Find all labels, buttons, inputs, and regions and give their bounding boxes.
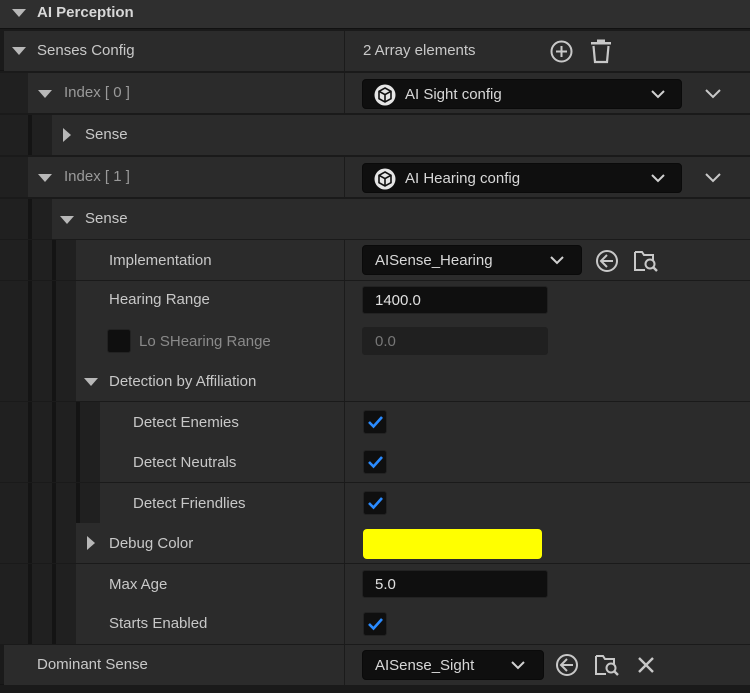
lo-s-hearing-range-input: 0.0 xyxy=(362,327,548,355)
index-0-row: Index [ 0 ] AI Sight config xyxy=(0,73,750,113)
chevron-down-icon xyxy=(651,90,665,99)
lo-s-hearing-range-row: Lo SHearing Range 0.0 xyxy=(0,321,750,361)
implementation-label: Implementation xyxy=(109,252,212,269)
starts-enabled-row: Starts Enabled xyxy=(0,604,750,644)
implementation-row: Implementation AISense_Hearing xyxy=(0,240,750,280)
dropdown-value: AISense_Hearing xyxy=(375,252,493,269)
collapse-arrow-icon[interactable] xyxy=(12,47,26,55)
index-0-class-dropdown[interactable]: AI Sight config xyxy=(362,79,682,109)
use-selected-icon[interactable] xyxy=(595,249,619,273)
chevron-down-icon[interactable] xyxy=(705,171,721,185)
senses-config-label: Senses Config xyxy=(37,42,135,59)
debug-color-label: Debug Color xyxy=(109,535,194,552)
clear-icon[interactable] xyxy=(636,655,656,675)
collapse-arrow-icon[interactable] xyxy=(38,174,52,182)
detect-enemies-checkbox[interactable] xyxy=(363,410,387,434)
lo-s-hearing-range-label: Lo SHearing Range xyxy=(139,333,271,350)
index-1-label: Index [ 1 ] xyxy=(64,168,130,185)
detect-friendlies-row: Detect Friendlies xyxy=(0,483,750,523)
debug-color-row: Debug Color xyxy=(0,523,750,563)
browse-folder-icon[interactable] xyxy=(594,652,620,678)
max-age-input[interactable]: 5.0 xyxy=(362,570,548,598)
detect-neutrals-row: Detect Neutrals xyxy=(0,442,750,482)
senses-config-row: Senses Config 2 Array elements xyxy=(0,31,750,71)
starts-enabled-checkbox[interactable] xyxy=(363,612,387,636)
collapse-arrow-icon[interactable] xyxy=(12,9,26,17)
index-0-label: Index [ 0 ] xyxy=(64,84,130,101)
detect-enemies-row: Detect Enemies xyxy=(0,402,750,442)
use-selected-icon[interactable] xyxy=(555,653,579,677)
dropdown-value: AI Sight config xyxy=(405,86,502,103)
detection-by-affiliation-row: Detection by Affiliation xyxy=(0,361,750,401)
checkmark-icon xyxy=(368,416,383,429)
index-1-row: Index [ 1 ] AI Hearing config xyxy=(0,157,750,197)
max-age-label: Max Age xyxy=(109,576,168,593)
section-title: AI Perception xyxy=(37,4,134,21)
debug-color-swatch[interactable] xyxy=(363,529,542,559)
cube-icon xyxy=(374,84,396,106)
dropdown-value: AISense_Sight xyxy=(375,657,475,674)
detect-neutrals-checkbox[interactable] xyxy=(363,450,387,474)
cube-icon xyxy=(374,168,396,190)
index-0-sense-row: Sense xyxy=(0,115,750,155)
dominant-sense-dropdown[interactable]: AISense_Sight xyxy=(362,650,544,680)
dominant-sense-label: Dominant Sense xyxy=(37,656,148,673)
max-age-row: Max Age 5.0 xyxy=(0,564,750,604)
detect-enemies-label: Detect Enemies xyxy=(133,414,239,431)
trash-icon[interactable] xyxy=(589,39,613,64)
chevron-down-icon[interactable] xyxy=(705,87,721,101)
sense-label: Sense xyxy=(85,126,128,143)
collapse-arrow-icon[interactable] xyxy=(60,216,74,224)
collapse-arrow-icon[interactable] xyxy=(84,378,98,386)
chevron-down-icon xyxy=(511,661,525,670)
collapse-arrow-icon[interactable] xyxy=(38,90,52,98)
implementation-dropdown[interactable]: AISense_Hearing xyxy=(362,245,582,275)
hearing-range-row: Hearing Range 1400.0 xyxy=(0,281,750,321)
expand-arrow-icon[interactable] xyxy=(87,536,95,550)
array-count: 2 Array elements xyxy=(363,42,476,59)
checkmark-icon xyxy=(368,497,383,510)
add-element-icon[interactable] xyxy=(549,39,574,64)
checkmark-icon xyxy=(368,618,383,631)
starts-enabled-label: Starts Enabled xyxy=(109,615,208,632)
lo-s-hearing-range-checkbox[interactable] xyxy=(107,329,131,353)
chevron-down-icon xyxy=(651,174,665,183)
chevron-down-icon xyxy=(550,256,564,265)
detect-friendlies-label: Detect Friendlies xyxy=(133,495,246,512)
section-header-ai-perception[interactable]: AI Perception xyxy=(0,0,750,29)
sense-label: Sense xyxy=(85,210,128,227)
detect-neutrals-label: Detect Neutrals xyxy=(133,454,237,471)
detect-friendlies-checkbox[interactable] xyxy=(363,491,387,515)
hearing-range-label: Hearing Range xyxy=(109,291,210,308)
browse-folder-icon[interactable] xyxy=(633,248,659,274)
dominant-sense-row: Dominant Sense AISense_Sight xyxy=(0,645,750,685)
detection-by-affiliation-label: Detection by Affiliation xyxy=(109,373,257,390)
checkmark-icon xyxy=(368,456,383,469)
index-1-class-dropdown[interactable]: AI Hearing config xyxy=(362,163,682,193)
index-1-sense-row: Sense xyxy=(0,199,750,239)
hearing-range-input[interactable]: 1400.0 xyxy=(362,286,548,314)
expand-arrow-icon[interactable] xyxy=(63,128,71,142)
dropdown-value: AI Hearing config xyxy=(405,170,521,187)
